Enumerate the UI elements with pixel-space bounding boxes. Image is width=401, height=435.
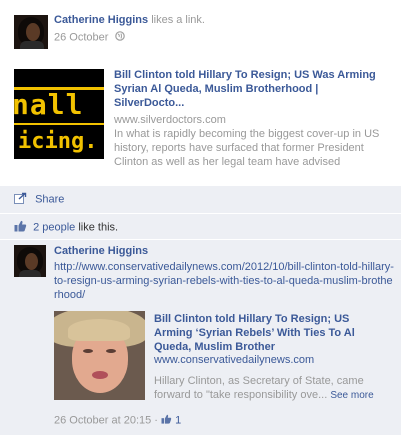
- author-avatar[interactable]: [14, 15, 48, 49]
- story-action-text: likes a link.: [151, 14, 205, 26]
- comment-card-thumbnail[interactable]: [54, 311, 145, 400]
- share-card-title[interactable]: Bill Clinton told Hillary To Resign; US …: [114, 68, 390, 110]
- see-more-link[interactable]: See more: [330, 390, 373, 401]
- comment-timestamp[interactable]: 26 October at 20:15: [54, 414, 151, 426]
- likes-people-link[interactable]: 2 people: [33, 221, 75, 233]
- comment-separator: ·: [154, 414, 158, 427]
- likes-suffix-text: like this.: [78, 221, 119, 234]
- thumbnail-text-top: nall: [14, 88, 84, 121]
- commenter-avatar[interactable]: [14, 245, 46, 277]
- comment-card-url: www.conservativedailynews.com: [154, 354, 315, 366]
- share-icon: [14, 192, 28, 207]
- comment-like-count[interactable]: 1: [175, 414, 181, 426]
- share-thumbnail[interactable]: nall icing.: [14, 69, 104, 159]
- comment-card-title[interactable]: Bill Clinton told Hillary To Resign; US …: [154, 312, 390, 354]
- share-card-description: In what is rapidly becoming the biggest …: [114, 128, 380, 168]
- comment-card-description-wrap: Hillary Clinton, as Secretary of State, …: [154, 374, 392, 403]
- thumbs-up-icon: [161, 414, 172, 427]
- story-timestamp[interactable]: 26 October: [54, 31, 108, 43]
- globe-icon: [115, 31, 126, 44]
- comment-url-link[interactable]: http://www.conservativedailynews.com/201…: [54, 260, 394, 302]
- comment-author-link[interactable]: Catherine Higgins: [54, 245, 148, 257]
- share-card-url: www.silverdoctors.com: [114, 114, 226, 126]
- thumbnail-text-bottom: icing.: [18, 129, 98, 154]
- thumbs-up-icon: [14, 220, 27, 235]
- story-author-link[interactable]: Catherine Higgins: [54, 14, 148, 26]
- share-link[interactable]: Share: [35, 193, 64, 205]
